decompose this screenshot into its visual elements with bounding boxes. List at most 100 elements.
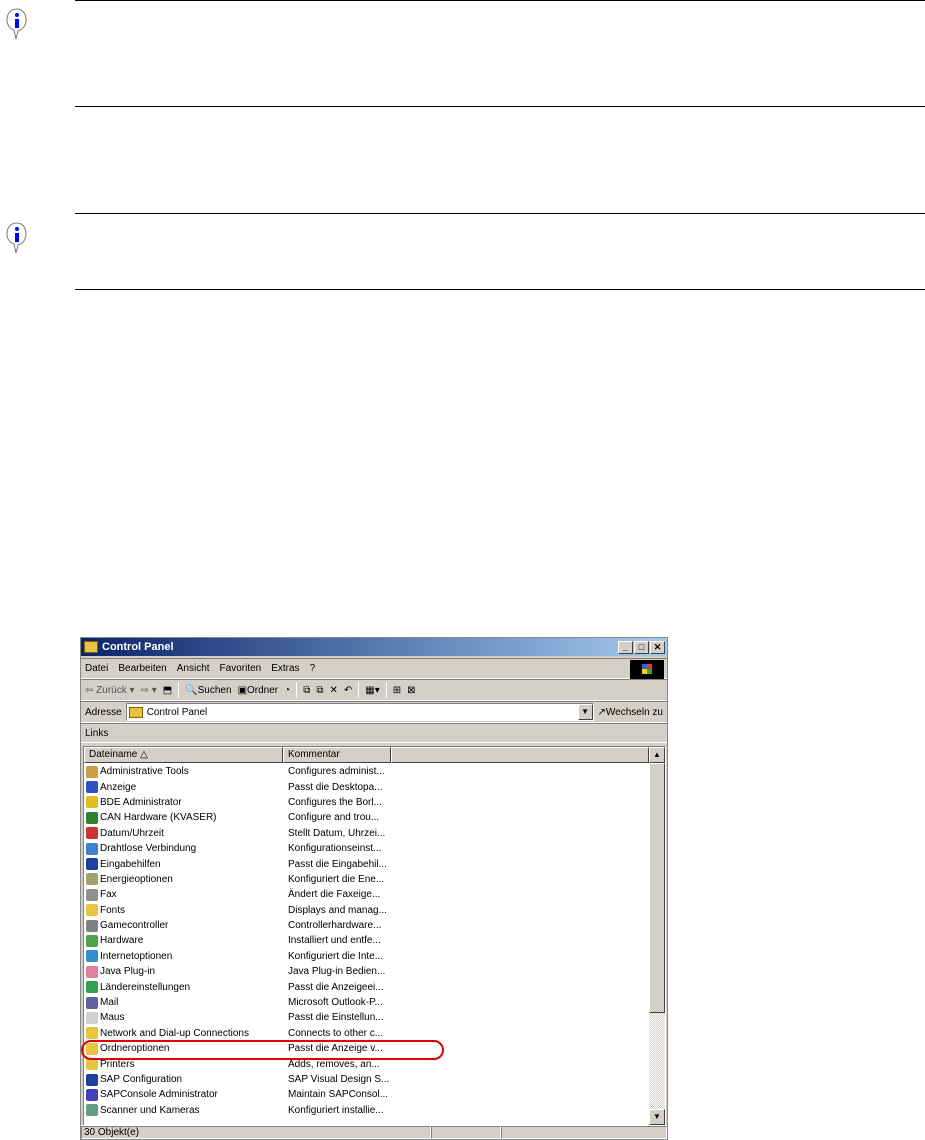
list-item[interactable]: Hardware Installiert und entfe... <box>84 933 649 948</box>
history-icon[interactable]: ◔ <box>284 685 290 696</box>
item-icon <box>86 934 98 947</box>
copy-to-icon[interactable]: ⧉ <box>316 685 323 696</box>
title-bar[interactable]: Control Panel _ □ ✕ <box>81 638 667 656</box>
list-rows: Administrative Tools Configures administ.… <box>84 764 649 1118</box>
menu-bar: Datei Bearbeiten Ansicht Favoriten Extra… <box>81 658 667 679</box>
item-icon <box>86 858 98 871</box>
list-item[interactable]: Energieoptionen Konfiguriert die Ene... <box>84 872 649 887</box>
maximize-button[interactable]: □ <box>634 640 649 654</box>
list-item[interactable]: Eingabehilfen Passt die Eingabehil... <box>84 856 649 871</box>
item-name-cell: Ländereinstellungen <box>84 981 284 994</box>
address-dropdown-button[interactable]: ▼ <box>577 704 593 720</box>
item-name-cell: BDE Administrator <box>84 796 284 809</box>
item-icon <box>86 796 98 809</box>
address-value: Control Panel <box>146 706 208 718</box>
list-item[interactable]: Gamecontroller Controllerhardware... <box>84 918 649 933</box>
item-icon <box>86 1104 98 1117</box>
item-name-cell: Scanner und Kameras <box>84 1104 284 1117</box>
views-icon[interactable]: ▦▾ <box>365 685 379 696</box>
item-icon <box>86 842 98 855</box>
menu-extras[interactable]: Extras <box>271 663 299 674</box>
scroll-up-button[interactable]: ▲ <box>649 747 665 763</box>
item-name-cell: SAPConsole Administrator <box>84 1088 284 1101</box>
item-name: Fax <box>100 889 117 901</box>
vertical-scrollbar[interactable]: ▲ ▼ <box>649 747 665 1125</box>
item-name: CAN Hardware (KVASER) <box>100 812 217 824</box>
menu-ansicht[interactable]: Ansicht <box>177 663 210 674</box>
list-item[interactable]: Anzeige Passt die Desktopa... <box>84 779 649 794</box>
item-name: BDE Administrator <box>100 796 182 808</box>
list-item[interactable]: Fax Ändert die Faxeige... <box>84 887 649 902</box>
item-name: Energieoptionen <box>100 873 173 885</box>
window-title: Control Panel <box>102 641 174 653</box>
scroll-down-button[interactable]: ▼ <box>649 1109 665 1125</box>
item-icon <box>86 1073 98 1086</box>
item-comment: Konfiguriert die Inte... <box>288 950 384 962</box>
menu-datei[interactable]: Datei <box>85 663 108 674</box>
item-name-cell: Eingabehilfen <box>84 858 284 871</box>
list-item[interactable]: Ländereinstellungen Passt die Anzeigeei..… <box>84 979 649 994</box>
item-name: Drahtlose Verbindung <box>100 843 197 855</box>
address-label: Adresse <box>85 706 122 718</box>
menu-favoriten[interactable]: Favoriten <box>220 663 262 674</box>
highlight-ring <box>81 1040 444 1060</box>
item-name-cell: Energieoptionen <box>84 873 284 886</box>
file-list: Dateiname △ Kommentar Administrative Too… <box>83 746 666 1126</box>
item-name: Gamecontroller <box>100 920 169 932</box>
item-name: Hardware <box>100 935 144 947</box>
item-comment: Passt die Einstellun... <box>288 1012 384 1024</box>
links-label[interactable]: Links <box>85 728 108 739</box>
delete-icon[interactable]: ✕ <box>329 685 337 696</box>
up-folder-icon[interactable]: ⬒ <box>163 685 172 696</box>
list-item[interactable]: Datum/Uhrzeit Stellt Datum, Uhrzei... <box>84 826 649 841</box>
menu-bearbeiten[interactable]: Bearbeiten <box>118 663 166 674</box>
search-button[interactable]: 🔍Suchen <box>185 685 231 696</box>
back-button[interactable]: ⇦ Zurück ▾ <box>85 685 135 696</box>
list-item[interactable]: BDE Administrator Configures the Borl... <box>84 795 649 810</box>
map-drive-icon[interactable]: ⊞ <box>393 685 401 696</box>
folders-button[interactable]: ▣Ordner <box>238 685 279 696</box>
item-name: Ländereinstellungen <box>100 981 191 993</box>
separator <box>178 682 180 698</box>
item-name: Java Plug-in <box>100 966 156 978</box>
item-icon <box>86 827 98 840</box>
item-icon <box>86 888 98 901</box>
list-item[interactable]: SAPConsole Administrator Maintain SAPCons… <box>84 1087 649 1102</box>
item-comment: Displays and manag... <box>288 904 387 916</box>
item-comment: Connects to other c... <box>288 1027 384 1039</box>
list-item[interactable]: Network and Dial-up Connections Connects … <box>84 1026 649 1041</box>
minimize-button[interactable]: _ <box>618 640 633 654</box>
item-icon <box>86 950 98 963</box>
close-button[interactable]: ✕ <box>650 640 665 654</box>
item-comment: Installiert und entfe... <box>288 935 381 947</box>
address-input[interactable]: Control Panel ▼ <box>125 703 594 721</box>
item-icon <box>86 1027 98 1040</box>
list-item[interactable]: SAP Configuration SAP Visual Design S... <box>84 1072 649 1087</box>
item-name-cell: Administrative Tools <box>84 765 284 778</box>
separator <box>358 682 360 698</box>
list-item[interactable]: Mail Microsoft Outlook-P... <box>84 995 649 1010</box>
list-item[interactable]: Drahtlose Verbindung Konfigurationseinst.… <box>84 841 649 856</box>
list-item[interactable]: Maus Passt die Einstellun... <box>84 1010 649 1025</box>
item-comment: Ändert die Faxeige... <box>288 889 381 901</box>
list-item[interactable]: Administrative Tools Configures administ.… <box>84 764 649 779</box>
menu-help[interactable]: ? <box>310 663 316 674</box>
column-header-comment[interactable]: Kommentar <box>283 747 391 763</box>
move-to-icon[interactable]: ⧉ <box>303 685 310 696</box>
list-item[interactable]: Scanner und Kameras Konfiguriert installi… <box>84 1103 649 1118</box>
item-name-cell: Mail <box>84 996 284 1009</box>
column-header-name[interactable]: Dateiname △ <box>84 747 283 763</box>
status-pane <box>431 1126 501 1139</box>
list-item[interactable]: Fonts Displays and manag... <box>84 903 649 918</box>
forward-button[interactable]: ⇨ ▾ <box>141 685 157 696</box>
status-pane <box>501 1126 667 1139</box>
item-name-cell: Anzeige <box>84 781 284 794</box>
list-item[interactable]: Internetoptionen Konfiguriert die Inte... <box>84 949 649 964</box>
list-item[interactable]: CAN Hardware (KVASER) Configure and trou.… <box>84 810 649 825</box>
undo-icon[interactable]: ↶ <box>344 685 352 696</box>
go-button[interactable]: ↗Wechseln zu <box>598 707 663 718</box>
scroll-thumb[interactable] <box>649 763 665 1013</box>
separator <box>385 682 387 698</box>
disconnect-drive-icon[interactable]: ⊠ <box>407 685 415 696</box>
list-item[interactable]: Java Plug-in Java Plug-in Bedien... <box>84 964 649 979</box>
